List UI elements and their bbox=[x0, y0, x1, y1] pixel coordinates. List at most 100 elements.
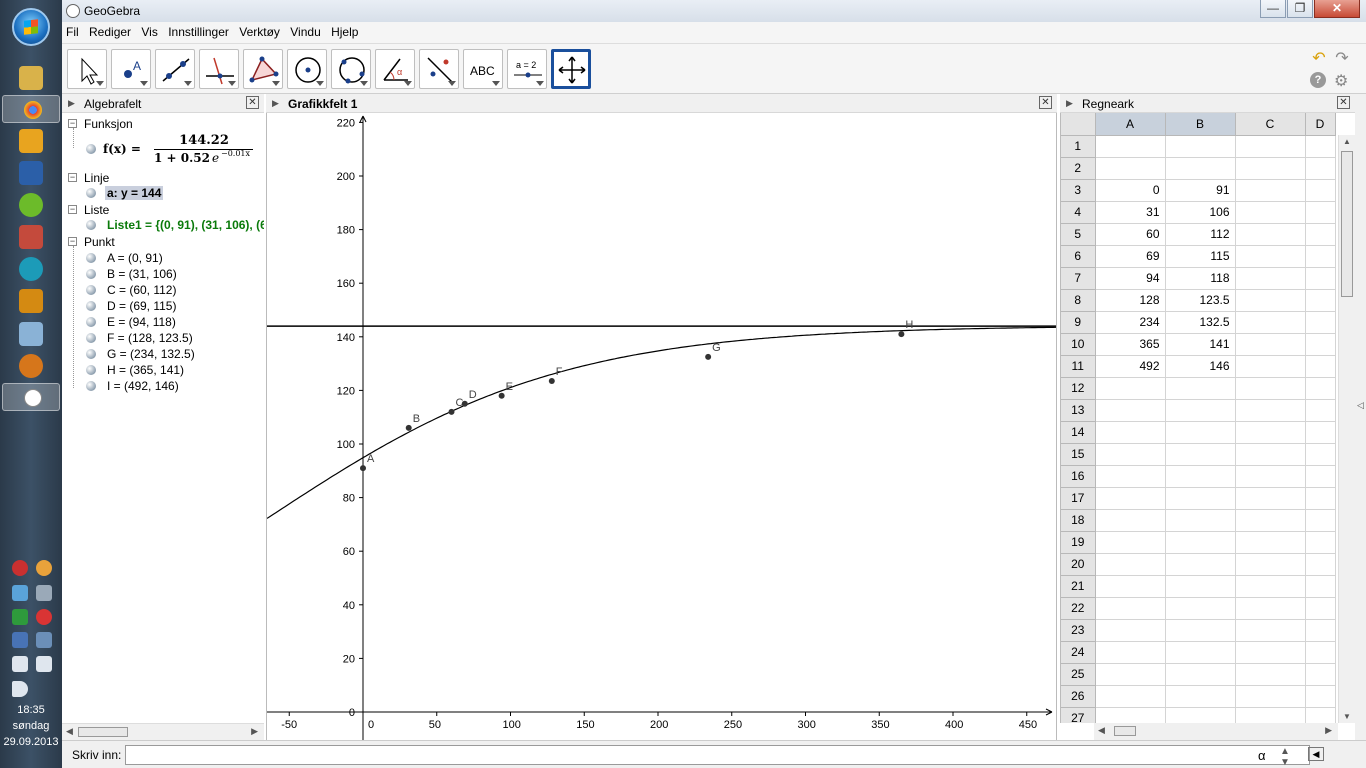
row-header[interactable]: 25 bbox=[1061, 663, 1096, 686]
spreadsheet-cell[interactable] bbox=[1305, 509, 1336, 532]
point-marker[interactable] bbox=[360, 465, 366, 472]
point-item[interactable]: E = (94, 118) bbox=[107, 315, 176, 329]
spreadsheet-cell[interactable]: 123.5 bbox=[1165, 289, 1236, 312]
spreadsheet-cell[interactable] bbox=[1095, 465, 1166, 488]
spreadsheet-cell[interactable] bbox=[1235, 443, 1306, 466]
history-updown-icon[interactable]: ▲ ▼ bbox=[1280, 746, 1290, 768]
list-liste1[interactable]: Liste1 = {(0, 91), (31, 106), (6 bbox=[107, 218, 264, 232]
row-header[interactable]: 11 bbox=[1061, 355, 1096, 378]
spreadsheet-cell[interactable] bbox=[1305, 245, 1336, 268]
spreadsheet-cell[interactable] bbox=[1095, 157, 1166, 180]
spreadsheet-cell[interactable]: 0 bbox=[1095, 179, 1166, 202]
circle-three-points-tool[interactable] bbox=[331, 49, 371, 89]
menu-view[interactable]: Vis bbox=[137, 22, 160, 39]
spreadsheet-cell[interactable]: 492 bbox=[1095, 355, 1166, 378]
close-button[interactable]: ✕ bbox=[1314, 0, 1360, 18]
row-header[interactable]: 5 bbox=[1061, 223, 1096, 246]
spreadsheet-cell[interactable]: 141 bbox=[1165, 333, 1236, 356]
slider-tool[interactable]: a = 2 bbox=[507, 49, 547, 89]
spreadsheet-vertical-scrollbar[interactable]: ▲ ▼ bbox=[1338, 135, 1355, 723]
line-a[interactable]: a: y = 144 bbox=[105, 186, 164, 200]
symbol-alpha-button[interactable]: α bbox=[1258, 748, 1266, 763]
tray-record-icon[interactable] bbox=[12, 560, 28, 576]
point-marker[interactable] bbox=[498, 392, 505, 399]
menu-help[interactable]: Hjelp bbox=[327, 22, 361, 39]
category-line[interactable]: Linje bbox=[84, 171, 109, 185]
visibility-toggle-icon[interactable] bbox=[86, 188, 96, 198]
spreadsheet-cell[interactable] bbox=[1305, 267, 1336, 290]
outlook-icon[interactable] bbox=[19, 129, 43, 153]
spreadsheet-cell[interactable] bbox=[1165, 553, 1236, 576]
menu-edit[interactable]: Rediger bbox=[85, 22, 134, 39]
spreadsheet-cell[interactable] bbox=[1305, 619, 1336, 642]
spreadsheet-cell[interactable] bbox=[1095, 135, 1166, 158]
point-item[interactable]: C = (60, 112) bbox=[107, 283, 176, 297]
volume-icon[interactable] bbox=[12, 681, 28, 697]
row-header[interactable]: 27 bbox=[1061, 707, 1096, 723]
row-header[interactable]: 10 bbox=[1061, 333, 1096, 356]
taskbar-clock[interactable]: 18:35 søndag 29.09.2013 bbox=[0, 702, 62, 750]
row-header[interactable]: 24 bbox=[1061, 641, 1096, 664]
spreadsheet-cell[interactable] bbox=[1305, 663, 1336, 686]
spreadsheet-cell[interactable]: 60 bbox=[1095, 223, 1166, 246]
move-tool[interactable] bbox=[67, 49, 107, 89]
scroll-thumb[interactable] bbox=[78, 727, 128, 737]
spreadsheet-cell[interactable] bbox=[1235, 531, 1306, 554]
close-icon[interactable]: ✕ bbox=[1337, 96, 1350, 109]
point-item[interactable]: B = (31, 106) bbox=[107, 267, 177, 281]
spreadsheet-cell[interactable] bbox=[1095, 509, 1166, 532]
spreadsheet-cell[interactable] bbox=[1235, 377, 1306, 400]
spreadsheet-cell[interactable] bbox=[1235, 355, 1306, 378]
redo-icon[interactable]: ↷ bbox=[1332, 48, 1352, 67]
spreadsheet-cell[interactable] bbox=[1165, 487, 1236, 510]
spreadsheet-cell[interactable] bbox=[1235, 487, 1306, 510]
menu-settings[interactable]: Innstillinger bbox=[164, 22, 232, 39]
spreadsheet-cell[interactable] bbox=[1235, 311, 1306, 334]
visibility-toggle-icon[interactable] bbox=[86, 285, 96, 295]
spreadsheet-cell[interactable]: 132.5 bbox=[1165, 311, 1236, 334]
spreadsheet-table[interactable]: A B C D 1 2 3 0 91 4 31 106 5 60 112 6 69 115 7 94 118 8 1… bbox=[1061, 113, 1336, 723]
spreadsheet-cell[interactable] bbox=[1235, 575, 1306, 598]
spreadsheet-cell[interactable] bbox=[1305, 135, 1336, 158]
spreadsheet-cell[interactable] bbox=[1235, 245, 1306, 268]
point-item[interactable]: G = (234, 132.5) bbox=[107, 347, 195, 361]
spreadsheet-cell[interactable] bbox=[1305, 487, 1336, 510]
spreadsheet-cell[interactable] bbox=[1095, 377, 1166, 400]
visibility-toggle-icon[interactable] bbox=[86, 144, 96, 154]
spreadsheet-cell[interactable] bbox=[1305, 377, 1336, 400]
spreadsheet-cell[interactable] bbox=[1165, 135, 1236, 158]
spreadsheet-cell[interactable] bbox=[1095, 487, 1166, 510]
close-icon[interactable]: ✕ bbox=[246, 96, 259, 109]
spreadsheet-cell[interactable] bbox=[1095, 663, 1166, 686]
tray-red-icon[interactable] bbox=[36, 609, 52, 625]
point-marker[interactable] bbox=[461, 400, 468, 407]
spreadsheet-cell[interactable] bbox=[1235, 157, 1306, 180]
spreadsheet-cell[interactable] bbox=[1235, 465, 1306, 488]
perpendicular-tool[interactable] bbox=[199, 49, 239, 89]
spreadsheet-cell[interactable] bbox=[1235, 707, 1306, 723]
visibility-toggle-icon[interactable] bbox=[86, 253, 96, 263]
spreadsheet-cell[interactable] bbox=[1235, 641, 1306, 664]
spreadsheet-cell[interactable] bbox=[1235, 399, 1306, 422]
row-header[interactable]: 12 bbox=[1061, 377, 1096, 400]
help-icon[interactable]: ? bbox=[1310, 72, 1326, 88]
point-tool[interactable]: A bbox=[111, 49, 151, 89]
spreadsheet-cell[interactable] bbox=[1235, 619, 1306, 642]
tripadvisor-icon[interactable] bbox=[19, 257, 43, 281]
spreadsheet-cell[interactable] bbox=[1305, 531, 1336, 554]
battery-icon[interactable] bbox=[36, 656, 52, 672]
function-f-curve[interactable] bbox=[266, 326, 1057, 519]
panel-arrow-icon[interactable]: ▶ bbox=[68, 98, 75, 109]
row-header[interactable]: 22 bbox=[1061, 597, 1096, 620]
line-tool[interactable] bbox=[155, 49, 195, 89]
scroll-left-icon[interactable]: ◀ bbox=[1098, 725, 1105, 736]
visibility-toggle-icon[interactable] bbox=[86, 365, 96, 375]
spreadsheet-cell[interactable] bbox=[1235, 333, 1306, 356]
spreadsheet-cell[interactable]: 146 bbox=[1165, 355, 1236, 378]
spreadsheet-cell[interactable] bbox=[1095, 707, 1166, 723]
word-icon[interactable] bbox=[19, 161, 43, 185]
point-marker[interactable] bbox=[898, 331, 905, 338]
spreadsheet-cell[interactable] bbox=[1165, 707, 1236, 723]
spotify-icon[interactable] bbox=[19, 193, 43, 217]
spreadsheet-cell[interactable] bbox=[1305, 553, 1336, 576]
